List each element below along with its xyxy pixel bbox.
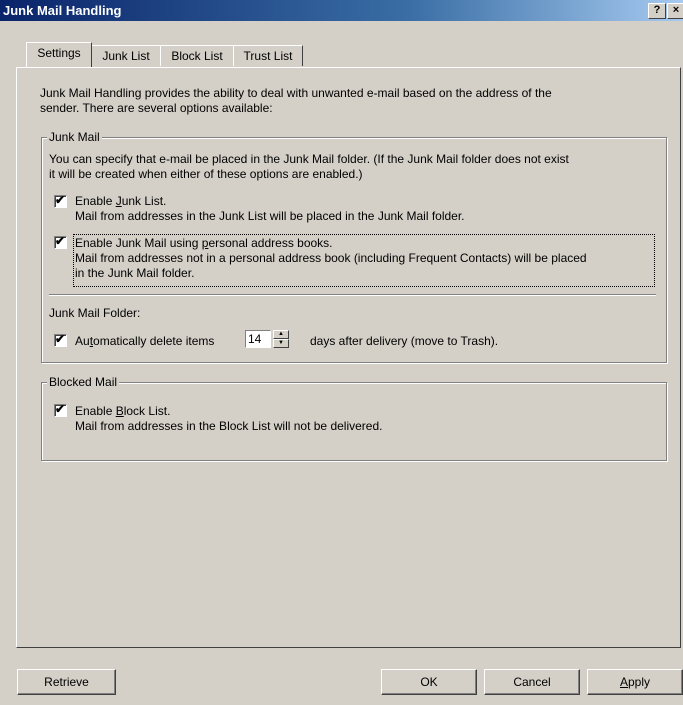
cancel-button[interactable]: Cancel bbox=[484, 669, 580, 695]
intro-line-1: Junk Mail Handling provides the ability … bbox=[40, 86, 552, 100]
spin-up-button[interactable]: ▲ bbox=[273, 330, 289, 339]
enable-pab-desc-2: in the Junk Mail folder. bbox=[75, 266, 195, 280]
title-bar: Junk Mail Handling ? × bbox=[0, 0, 683, 21]
tab-trust-list[interactable]: Trust List bbox=[233, 45, 303, 66]
blocked-mail-legend: Blocked Mail bbox=[47, 375, 120, 389]
window-title: Junk Mail Handling bbox=[3, 3, 122, 18]
ok-button[interactable]: OK bbox=[381, 669, 477, 695]
enable-pab-label[interactable]: Enable Junk Mail using personal address … bbox=[75, 236, 333, 250]
auto-delete-label[interactable]: Automatically delete items bbox=[75, 334, 214, 348]
checkmark-icon: ✔ bbox=[55, 332, 66, 346]
days-spinner: ▲ ▼ bbox=[273, 330, 289, 348]
label-part: ersonal address books. bbox=[208, 236, 333, 250]
tab-block-list[interactable]: Block List bbox=[160, 45, 234, 66]
label-part: omatically delete items bbox=[93, 334, 215, 348]
close-icon: × bbox=[672, 4, 680, 16]
auto-delete-checkbox[interactable]: ✔ bbox=[54, 332, 67, 347]
access-key: B bbox=[115, 404, 124, 418]
checkmark-icon: ✔ bbox=[55, 234, 66, 248]
retrieve-button[interactable]: Retrieve bbox=[17, 669, 116, 695]
separator bbox=[49, 294, 656, 296]
enable-block-list-checkbox[interactable]: ✔ bbox=[54, 402, 67, 417]
close-button[interactable]: × bbox=[667, 3, 683, 19]
days-input[interactable]: 14 bbox=[245, 330, 271, 348]
enable-pab-checkbox[interactable]: ✔ bbox=[54, 234, 67, 249]
junk-folder-label: Junk Mail Folder: bbox=[49, 306, 141, 320]
label-part: Au bbox=[75, 334, 90, 348]
tab-junk-list[interactable]: Junk List bbox=[91, 45, 161, 66]
label-part: Enable bbox=[75, 404, 116, 418]
enable-junk-list-desc: Mail from addresses in the Junk List wil… bbox=[75, 209, 465, 223]
label-part: unk List. bbox=[121, 194, 167, 208]
enable-junk-list-checkbox[interactable]: ✔ bbox=[54, 193, 67, 208]
intro-line-2: sender. There are several options availa… bbox=[40, 101, 273, 115]
label-part: lock List. bbox=[123, 404, 171, 418]
spin-down-button[interactable]: ▼ bbox=[273, 339, 289, 348]
tab-label: Junk List bbox=[102, 49, 150, 63]
tab-label: Trust List bbox=[243, 49, 293, 63]
apply-button[interactable]: Apply bbox=[587, 669, 683, 695]
enable-pab-desc-1: Mail from addresses not in a personal ad… bbox=[75, 251, 587, 265]
label-part: Enable bbox=[75, 194, 116, 208]
checkmark-icon: ✔ bbox=[55, 193, 66, 207]
button-label: pply bbox=[628, 675, 651, 689]
enable-junk-list-label[interactable]: Enable Junk List. bbox=[75, 194, 166, 208]
enable-block-list-label[interactable]: Enable Block List. bbox=[75, 404, 170, 418]
junk-desc-line-2: it will be created when either of these … bbox=[49, 167, 363, 181]
access-key: A bbox=[619, 675, 628, 689]
tab-label: Block List bbox=[171, 49, 223, 63]
enable-block-list-desc: Mail from addresses in the Block List wi… bbox=[75, 419, 383, 433]
help-icon: ? bbox=[653, 4, 661, 16]
help-button[interactable]: ? bbox=[648, 3, 666, 19]
junk-desc-line-1: You can specify that e-mail be placed in… bbox=[49, 152, 569, 166]
tab-settings[interactable]: Settings bbox=[26, 42, 92, 67]
auto-delete-suffix: days after delivery (move to Trash). bbox=[310, 334, 499, 348]
junk-mail-legend: Junk Mail bbox=[47, 130, 102, 144]
tab-label: Settings bbox=[37, 46, 81, 60]
label-part: Enable Junk Mail using bbox=[75, 236, 202, 250]
checkmark-icon: ✔ bbox=[55, 402, 66, 416]
